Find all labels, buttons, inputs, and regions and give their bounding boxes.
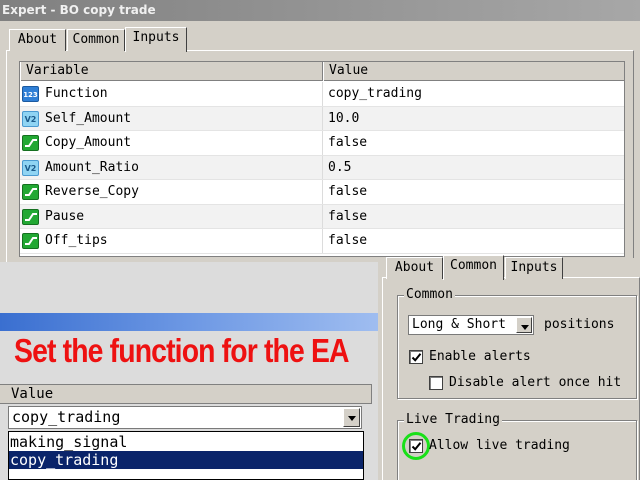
disable-alert-once-hit-label: Disable alert once hit [449,375,622,390]
positions-select[interactable]: Long & Short [408,315,534,335]
value-column-header: Value [0,384,372,404]
window-title: Expert - BO copy trade [0,0,640,21]
variable-name: Off_tips [45,233,108,248]
variable-cell: Reverse_Copy [20,180,323,204]
table-row[interactable]: V2 Self_Amount 10.0 [20,106,624,131]
table-row[interactable]: Copy_Amount false [20,131,624,156]
variable-cell: V2 Self_Amount [20,106,323,130]
table-row[interactable]: V2 Amount_Ratio 0.5 [20,155,624,180]
variable-name: Reverse_Copy [45,184,139,199]
value-cell[interactable]: false [323,229,624,253]
variable-cell: Pause [20,204,323,228]
value-cell[interactable]: false [323,205,624,229]
table-row[interactable]: 123 Function copy_trading [20,82,624,107]
common-tab-inset: About Common Inputs Common Long & Short … [378,255,640,480]
positions-select-value: Long & Short [412,317,506,332]
option-making-signal[interactable]: making_signal [9,433,363,451]
int-type-icon: 123 [22,86,39,102]
tab-about[interactable]: About [9,29,66,51]
value-cell[interactable]: false [323,131,624,155]
common-group-legend: Common [404,287,455,302]
enable-alerts-label: Enable alerts [429,349,531,364]
variable-cell: 123 Function [20,82,323,106]
tab-about[interactable]: About [386,257,443,279]
allow-live-trading-label: Allow live trading [429,438,570,453]
bool-type-icon [22,135,39,151]
inputs-grid: Variable Value 123 Function copy_trading… [19,61,625,257]
enable-alerts-checkbox[interactable] [409,350,423,364]
bool-type-icon [22,233,39,249]
positions-label: positions [544,317,615,332]
value-cell[interactable]: copy_trading [323,82,624,106]
disable-alert-once-hit-checkbox[interactable] [429,376,443,390]
variable-name: Amount_Ratio [45,159,139,175]
table-row[interactable]: Reverse_Copy false [20,180,624,205]
function-combo[interactable]: copy_trading [8,406,362,429]
tab-inputs[interactable]: Inputs [505,257,563,279]
value-cell[interactable]: 0.5 [323,156,624,180]
tab-common[interactable]: Common [67,29,125,51]
variable-name: Function [45,86,108,101]
double-type-icon: V2 [22,159,39,176]
highlight-circle [402,432,430,460]
double-type-icon: V2 [22,110,39,127]
value-cell[interactable]: 10.0 [323,107,624,131]
grid-header: Variable Value [20,62,624,81]
variable-cell: Off_tips [20,229,323,253]
bool-type-icon [22,184,39,200]
variable-cell: V2 Amount_Ratio [20,155,323,179]
chevron-down-icon[interactable] [343,408,360,427]
variable-name: Pause [45,208,85,224]
variable-cell: Copy_Amount [20,131,323,155]
annotation-caption: Set the function for the EA [14,332,350,369]
live-trading-group-legend: Live Trading [404,412,502,427]
column-header-variable[interactable]: Variable [20,62,323,81]
column-header-value[interactable]: Value [323,62,624,81]
bool-type-icon [22,208,39,225]
variable-name: Self_Amount [45,110,132,126]
chevron-down-icon[interactable] [516,317,532,333]
table-row[interactable]: Pause false [20,204,624,229]
tab-common[interactable]: Common [443,255,504,280]
table-row[interactable]: Off_tips false [20,229,624,254]
variable-name: Copy_Amount [45,135,132,150]
option-copy-trading[interactable]: copy_trading [9,451,363,469]
function-dropdown-inset: Set the function for the EA Value copy_t… [0,262,378,480]
combo-selected-value: copy_trading [12,408,121,426]
expert-properties-window: Expert - BO copy trade About Common Inpu… [0,0,640,262]
tab-inputs[interactable]: Inputs [125,27,187,52]
value-cell[interactable]: false [323,180,624,204]
function-options-list[interactable]: making_signal copy_trading [8,431,364,480]
title-strip [0,313,378,331]
